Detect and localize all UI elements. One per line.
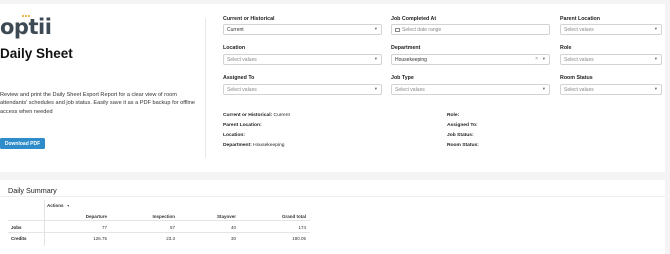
logo-wordmark: optii	[0, 15, 52, 39]
optii-logo: optii	[0, 15, 52, 39]
room-status-label: Room Status	[560, 75, 593, 81]
location-select[interactable]: Select values ▾	[223, 54, 382, 65]
chevron-down-icon: ▾	[654, 56, 657, 61]
clear-icon[interactable]: ×	[535, 56, 538, 62]
table-cell: 23.3	[166, 236, 175, 241]
column-header-departure: Departure	[85, 214, 107, 219]
row-label-credits: Credits	[11, 236, 27, 241]
chevron-down-icon: ▾	[374, 56, 377, 61]
table-cell: 30	[230, 236, 236, 241]
current-or-historical-select[interactable]: Current ▾	[223, 24, 382, 35]
job-type-label: Job Type	[391, 75, 414, 81]
job-type-placeholder: Select values	[395, 86, 425, 93]
caret-down-icon: ▼	[66, 204, 70, 208]
department-label: Department	[391, 45, 421, 51]
location-placeholder: Select values	[227, 56, 257, 63]
table-cell: 174	[298, 225, 306, 230]
table-cell: 40	[230, 225, 236, 230]
divider	[0, 196, 665, 197]
row-label-jobs: Jobs	[11, 225, 22, 230]
role-placeholder: Select values	[564, 56, 594, 63]
chevron-down-icon: ▾	[654, 26, 657, 31]
summary-role: Role:	[447, 113, 460, 118]
chevron-down-icon: ▾	[374, 26, 377, 31]
summary-department: Department: Housekeeping	[223, 143, 285, 148]
job-completed-at-label: Job Completed At	[391, 16, 437, 22]
parent-location-select[interactable]: Select values ▾	[560, 24, 662, 35]
row-divider	[8, 232, 310, 233]
header-divider	[8, 220, 310, 221]
location-label: Location	[223, 45, 246, 51]
role-label: Role	[560, 45, 572, 51]
room-status-placeholder: Select values	[564, 86, 594, 93]
daily-summary-panel: Daily Summary Actions ▼ Departure Inspect…	[0, 180, 665, 254]
page-description: Review and print the Daily Sheet Export …	[0, 92, 195, 115]
parent-location-label: Parent Location	[560, 16, 601, 22]
parent-location-placeholder: Select values	[564, 26, 594, 33]
job-type-select[interactable]: Select values ▾	[391, 84, 550, 95]
current-or-historical-label: Current or Historical	[223, 16, 275, 22]
summary-parent-location: Parent Location:	[223, 123, 262, 128]
summary-room-status: Room Status:	[447, 143, 479, 148]
page-title: Daily Sheet	[0, 46, 73, 61]
column-header-grand-total: Grand total	[281, 214, 306, 219]
column-header-inspection: Inspection	[152, 214, 175, 219]
chevron-down-icon: ▾	[654, 86, 657, 91]
date-range-placeholder: Select date range	[402, 26, 442, 33]
logo-dots	[22, 15, 30, 17]
table-cell: 77	[101, 225, 107, 230]
assigned-to-placeholder: Select values	[227, 86, 257, 93]
chevron-down-icon: ▾	[542, 86, 545, 91]
summary-location: Location:	[223, 133, 246, 138]
table-cell: 57	[169, 225, 175, 230]
row-header-divider	[44, 200, 45, 246]
table-cell: 180.05	[292, 236, 306, 241]
actions-label: Actions	[47, 203, 64, 208]
summary-assigned-to: Assigned To:	[447, 123, 478, 128]
summary-current-or-historical: Current or Historical: Current	[223, 113, 290, 118]
job-completed-at-date-range[interactable]: Select date range	[391, 24, 550, 35]
calendar-icon	[395, 27, 400, 32]
vertical-divider	[205, 18, 206, 158]
department-value: Housekeeping	[395, 56, 427, 63]
assigned-to-select[interactable]: Select values ▾	[223, 84, 382, 95]
current-or-historical-value: Current	[227, 26, 244, 33]
table-cell: 126.75	[93, 236, 107, 241]
room-status-select[interactable]: Select values ▾	[560, 84, 662, 95]
column-header-stayover: Stayover	[216, 214, 236, 219]
summary-job-status: Job Status:	[447, 133, 474, 138]
chevron-down-icon: ▾	[542, 56, 545, 61]
actions-dropdown[interactable]: Actions ▼	[47, 203, 70, 208]
export-panel: optii Daily Sheet Review and print the D…	[0, 4, 665, 172]
daily-summary-title: Daily Summary	[8, 186, 57, 195]
chevron-down-icon: ▾	[374, 86, 377, 91]
download-pdf-button[interactable]: Download PDF	[0, 138, 45, 149]
assigned-to-label: Assigned To	[223, 75, 255, 81]
role-select[interactable]: Select values ▾	[560, 54, 662, 65]
department-select[interactable]: Housekeeping × ▾	[391, 54, 550, 65]
